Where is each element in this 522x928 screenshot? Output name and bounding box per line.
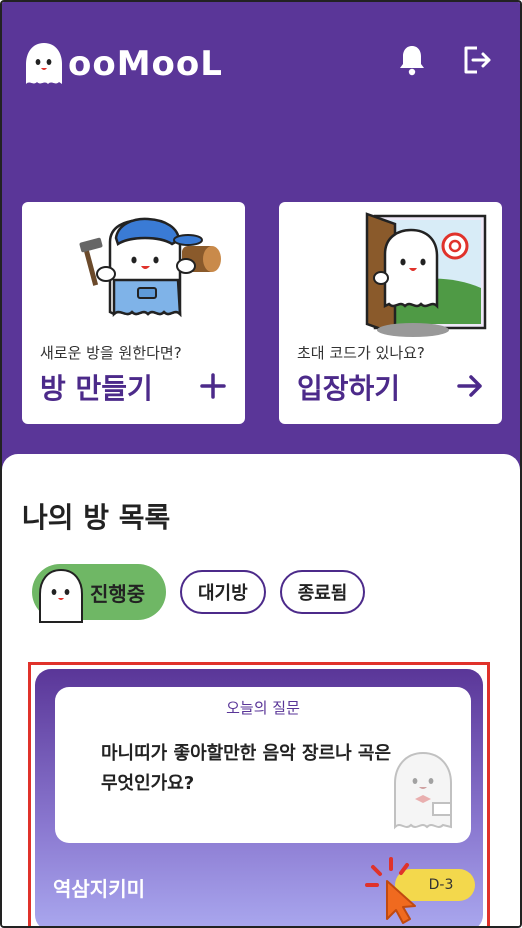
my-rooms-section: 나의 방 목록 진행중 대기방 종료됨 오늘의 질문 마니띠가 좋아할만한 음악… [2, 454, 520, 926]
builder-ghost-illustration [79, 217, 221, 318]
ghost-icon [39, 568, 83, 623]
ghost-gift-icon [394, 751, 452, 830]
daily-question-box: 오늘의 질문 마니띠가 좋아할만한 음악 장르나 곡은 무엇인가요? [55, 687, 471, 843]
bell-icon [400, 46, 424, 76]
create-room-card[interactable]: 새로운 방을 원한다면? 방 만들기 [22, 202, 245, 424]
notification-button[interactable] [394, 42, 430, 78]
tab-ended[interactable]: 종료됨 [279, 570, 366, 614]
header-actions [394, 42, 494, 78]
app-frame: ooMooL 새로운 방을 원한다면? 방 만들기 초대 코드가 있나요? 입장… [0, 0, 522, 928]
tab-in-progress-label: 진행중 [90, 581, 146, 606]
create-room-subtitle: 새로운 방을 원한다면? [40, 344, 182, 362]
door-ghost-illustration [365, 212, 487, 337]
arrow-right-icon [457, 375, 482, 397]
create-room-title: 방 만들기 [40, 372, 153, 405]
my-rooms-title: 나의 방 목록 [22, 501, 171, 534]
hero-section: ooMooL 새로운 방을 원한다면? 방 만들기 초대 코드가 있나요? 입장… [2, 2, 520, 474]
tab-in-progress[interactable]: 진행중 [32, 564, 166, 623]
ghost-logo-icon [26, 43, 62, 84]
tab-waiting[interactable]: 대기방 [180, 570, 266, 614]
question-text: 마니띠가 좋아할만한 음악 장르나 곡은 무엇인가요? [101, 743, 392, 794]
plus-icon [200, 373, 226, 399]
enter-room-card[interactable]: 초대 코드가 있나요? 입장하기 [279, 202, 502, 424]
room-card[interactable]: 오늘의 질문 마니띠가 좋아할만한 음악 장르나 곡은 무엇인가요? 역삼지키미… [35, 669, 483, 926]
room-card-highlight: 오늘의 질문 마니띠가 좋아할만한 음악 장르나 곡은 무엇인가요? 역삼지키미… [28, 662, 490, 926]
room-status-tabs: 진행중 대기방 종료됨 [32, 564, 366, 623]
click-cursor-icon [365, 857, 416, 924]
logo-text: ooMooL [68, 44, 223, 84]
logout-button[interactable] [458, 42, 494, 78]
app-logo[interactable]: ooMooL [22, 38, 223, 90]
enter-room-title: 입장하기 [297, 372, 401, 405]
question-label: 오늘의 질문 [226, 699, 300, 717]
room-name: 역삼지키미 [53, 877, 145, 901]
logout-icon [464, 46, 491, 74]
enter-room-subtitle: 초대 코드가 있나요? [297, 344, 425, 362]
